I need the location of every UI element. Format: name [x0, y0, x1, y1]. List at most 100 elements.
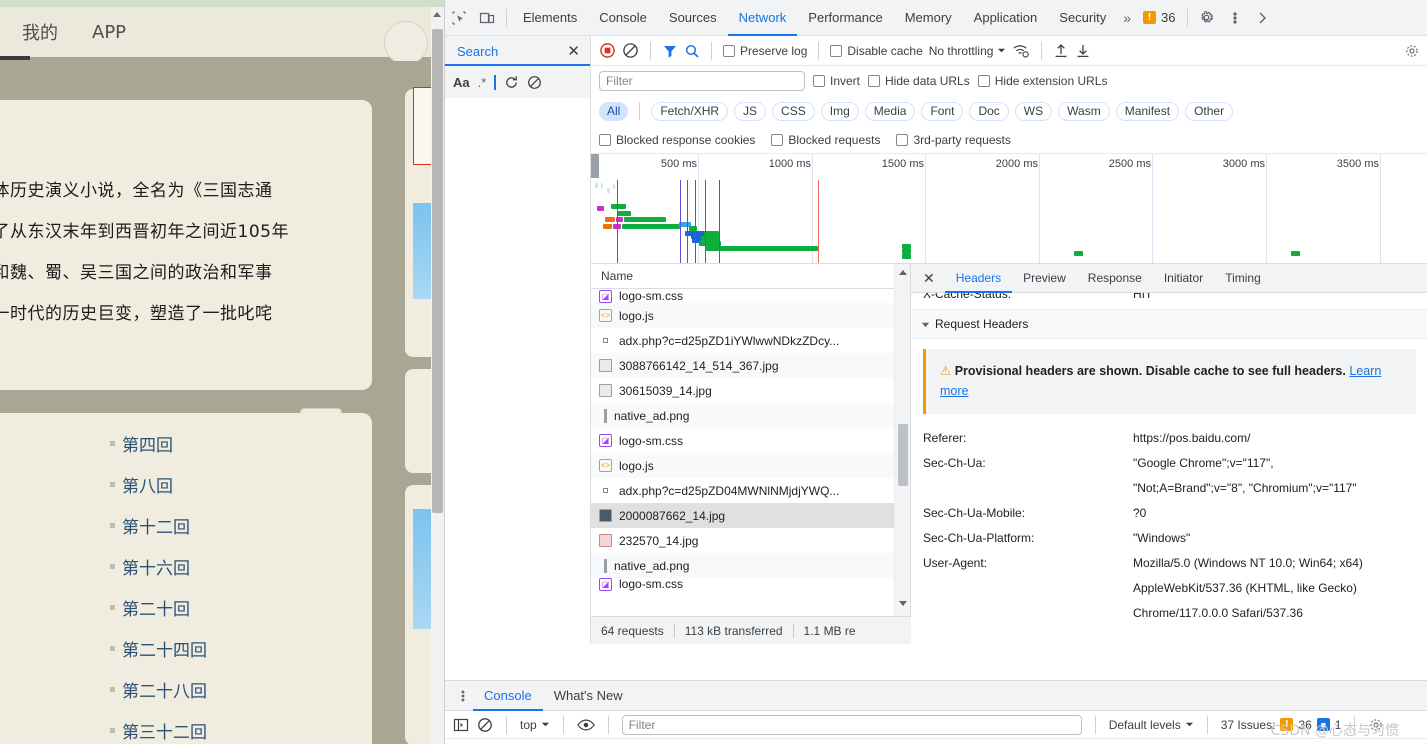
chapter-item[interactable]: 回	[0, 431, 110, 456]
chapter-item[interactable]: 十七回	[0, 677, 110, 702]
close-icon[interactable]: ✕	[567, 42, 580, 60]
tab-memory[interactable]: Memory	[894, 0, 963, 36]
gear-icon[interactable]	[1193, 4, 1221, 32]
tab-preview[interactable]: Preview	[1012, 264, 1077, 293]
third-party-requests-checkbox[interactable]: 3rd-party requests	[896, 133, 1011, 147]
type-pill-css[interactable]: CSS	[772, 101, 815, 121]
type-pill-doc[interactable]: Doc	[969, 101, 1009, 121]
close-icon[interactable]: ✕	[919, 270, 945, 287]
table-row[interactable]: 2000087662_14.jpg	[591, 503, 894, 528]
throttling-select[interactable]: No throttling	[929, 44, 1007, 58]
blocked-requests-checkbox[interactable]: Blocked requests	[771, 133, 880, 147]
tabbar-warning-badge[interactable]: ! 36	[1137, 10, 1181, 25]
tab-application[interactable]: Application	[963, 0, 1049, 36]
tab-console[interactable]: Console	[588, 0, 658, 36]
type-pill-media[interactable]: Media	[864, 101, 916, 121]
clear-console-icon[interactable]	[477, 717, 493, 733]
console-context-select[interactable]: top	[520, 718, 550, 732]
chapter-item[interactable]: 九回	[0, 595, 110, 620]
chapter-item[interactable]: 第三十二回	[110, 718, 280, 743]
clear-icon[interactable]	[527, 75, 542, 90]
filter-icon[interactable]	[662, 43, 678, 59]
page-nav-mine[interactable]: 我的	[22, 19, 58, 45]
table-row[interactable]: ◪ logo-sm.css	[591, 577, 894, 591]
record-icon[interactable]	[599, 42, 616, 59]
table-row[interactable]: native_ad.png	[591, 553, 894, 578]
chapter-item[interactable]: 第十六回	[110, 554, 280, 579]
chapter-item[interactable]: 第二十回	[110, 595, 280, 620]
table-row[interactable]: adx.php?c=d25pZD1iYWlwwNDkzZDcy...	[591, 328, 894, 353]
live-expression-eye-icon[interactable]	[576, 718, 595, 732]
tab-network[interactable]: Network	[728, 0, 798, 36]
scroll-down-icon[interactable]	[899, 601, 907, 606]
search-icon[interactable]	[684, 43, 700, 59]
tab-performance[interactable]: Performance	[797, 0, 893, 36]
drawer-menu-icon[interactable]	[453, 689, 473, 703]
drawer-tab-whats-new[interactable]: What's New	[543, 681, 634, 711]
chevron-right-icon[interactable]	[1249, 4, 1277, 32]
scrollbar-thumb[interactable]	[898, 424, 908, 486]
type-pill-js[interactable]: JS	[734, 101, 767, 121]
tab-elements[interactable]: Elements	[512, 0, 588, 36]
toggle-device-toolbar-icon[interactable]	[473, 4, 501, 32]
hide-extension-urls-checkbox[interactable]: Hide extension URLs	[977, 74, 1107, 88]
table-row[interactable]: 232570_14.jpg	[591, 528, 894, 553]
type-pill-all[interactable]: All	[599, 101, 629, 121]
table-row[interactable]: <> logo.js	[591, 303, 894, 328]
table-row[interactable]: ◪ logo-sm.css	[591, 428, 894, 453]
preserve-log-checkbox[interactable]: Preserve log	[723, 44, 807, 58]
tab-sources[interactable]: Sources	[658, 0, 728, 36]
network-overview[interactable]: 500 ms 1000 ms 1500 ms 2000 ms 2500 ms 3…	[591, 154, 1427, 264]
chapter-item[interactable]: 第四回	[110, 431, 280, 456]
table-row[interactable]: native_ad.png	[591, 403, 894, 428]
tab-headers[interactable]: Headers	[945, 264, 1012, 293]
hide-data-urls-checkbox[interactable]: Hide data URLs	[868, 74, 970, 88]
console-sidebar-icon[interactable]	[453, 717, 469, 733]
chapter-item[interactable]: 十三回	[0, 636, 110, 661]
chapter-item[interactable]: 第八回	[110, 472, 280, 497]
request-headers-section[interactable]: Request Headers	[911, 309, 1427, 339]
tab-security[interactable]: Security	[1048, 0, 1117, 36]
log-levels-select[interactable]: Default levels	[1109, 718, 1194, 732]
export-har-icon[interactable]	[1075, 43, 1091, 59]
tab-timing[interactable]: Timing	[1214, 264, 1272, 293]
request-list-scrollbar[interactable]	[894, 264, 910, 616]
chapter-item[interactable]: 一回	[0, 513, 110, 538]
more-tabs-icon[interactable]: »	[1117, 0, 1137, 36]
invert-checkbox[interactable]: Invert	[813, 74, 860, 88]
blocked-response-cookies-checkbox[interactable]: Blocked response cookies	[599, 133, 755, 147]
chapter-item[interactable]: 十一回	[0, 718, 110, 743]
page-nav-app[interactable]: APP	[92, 22, 126, 43]
console-filter-input[interactable]: Filter	[621, 714, 1082, 735]
devtools-menu-icon[interactable]	[1221, 4, 1249, 32]
tab-initiator[interactable]: Initiator	[1153, 264, 1214, 293]
names-column-header[interactable]: Name	[591, 264, 910, 289]
chapter-item[interactable]: 五回	[0, 554, 110, 579]
type-pill-other[interactable]: Other	[1185, 101, 1234, 121]
avatar[interactable]	[384, 21, 428, 65]
table-row[interactable]: 30615039_14.jpg	[591, 378, 894, 403]
type-pill-font[interactable]: Font	[921, 101, 964, 121]
scroll-up-icon[interactable]	[899, 270, 907, 275]
refresh-icon[interactable]	[504, 75, 519, 90]
chapter-item[interactable]: 第十二回	[110, 513, 280, 538]
type-pill-wasm[interactable]: Wasm	[1058, 101, 1110, 121]
chapter-item[interactable]: 第二十四回	[110, 636, 280, 661]
type-pill-ws[interactable]: WS	[1014, 101, 1053, 121]
table-row[interactable]: ◪ logo-sm.css	[591, 289, 894, 303]
chapter-item[interactable]: 第二十八回	[110, 677, 280, 702]
import-har-icon[interactable]	[1053, 43, 1069, 59]
page-scrollbar[interactable]	[431, 7, 444, 744]
type-pill-manifest[interactable]: Manifest	[1115, 101, 1180, 121]
type-pill-fetch-xhr[interactable]: Fetch/XHR	[651, 101, 729, 121]
inspect-element-icon[interactable]	[445, 4, 473, 32]
table-row[interactable]: <> logo.js	[591, 453, 894, 478]
tab-response[interactable]: Response	[1077, 264, 1153, 293]
scrollbar-thumb[interactable]	[432, 29, 443, 513]
type-pill-img[interactable]: Img	[820, 101, 859, 121]
table-row[interactable]: 3088766142_14_514_367.jpg	[591, 353, 894, 378]
clear-icon[interactable]	[622, 42, 639, 59]
scroll-up-icon[interactable]	[433, 12, 441, 17]
disable-cache-checkbox[interactable]: Disable cache	[830, 44, 923, 58]
match-case-icon[interactable]: Aa	[453, 75, 470, 90]
